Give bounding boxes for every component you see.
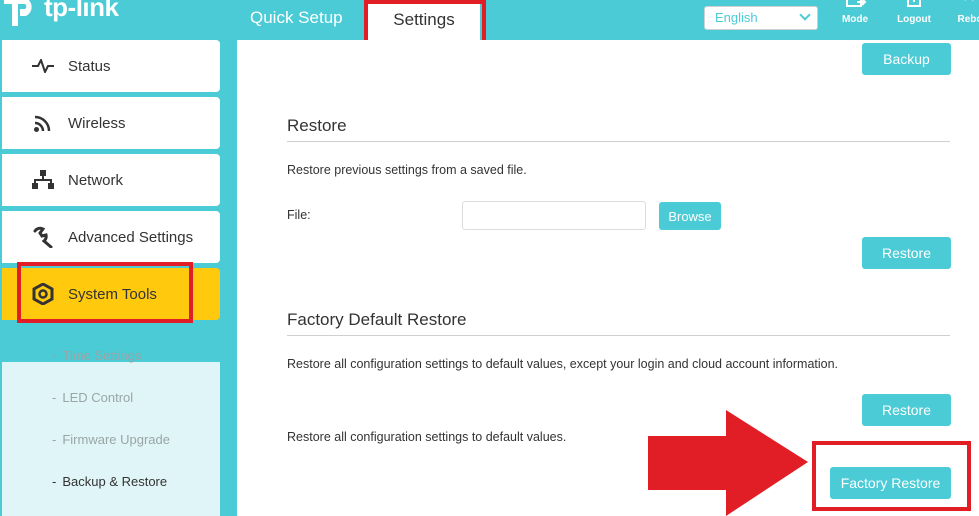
advanced-settings-icon — [30, 224, 56, 250]
factory-restore-description-2: Restore all configuration settings to de… — [287, 430, 567, 444]
submenu-item-backup-restore[interactable]: - Backup & Restore — [52, 474, 167, 489]
reboot-button[interactable]: Rebo — [950, 0, 979, 30]
chevron-down-icon — [799, 9, 811, 21]
restore-description: Restore previous settings from a saved f… — [287, 163, 527, 177]
router-admin-page: tp-link Quick Setup Settings English Mod… — [0, 0, 979, 516]
sidebar-item-label: Advanced Settings — [68, 228, 194, 246]
logout-icon — [907, 0, 921, 7]
factory-restore-divider — [287, 335, 950, 336]
status-icon — [30, 53, 56, 79]
brand-name: tp-link — [44, 0, 119, 22]
logout-label: Logout — [897, 14, 931, 25]
file-label: File: — [287, 208, 311, 222]
submenu-item-time-settings[interactable]: - Time Settings — [52, 348, 141, 363]
mode-icon — [846, 0, 867, 7]
system-tools-submenu: - Time Settings - LED Control - Firmware Up… — [2, 348, 220, 516]
sidebar-item-system-tools[interactable]: System Tools — [2, 268, 220, 320]
sidebar-item-wireless[interactable]: Wireless — [2, 97, 220, 149]
red-arrow-annotation — [648, 410, 808, 516]
sidebar-item-label: Wireless — [68, 114, 126, 132]
sidebar-item-label: Network — [68, 171, 124, 189]
mode-label: Mode — [841, 14, 869, 25]
logout-button[interactable]: Logout — [894, 0, 934, 30]
submenu-item-label: Firmware Upgrade — [62, 432, 170, 447]
sidebar-item-label: Status — [68, 57, 111, 75]
system-tools-icon — [30, 281, 56, 307]
tab-settings[interactable]: Settings — [368, 0, 480, 40]
sidebar-item-advanced-settings[interactable]: Advanced Settings — [2, 211, 220, 263]
factory-restore-description: Restore all configuration settings to de… — [287, 357, 839, 371]
submenu-item-label: LED Control — [62, 390, 134, 405]
tp-link-logo-icon — [4, 0, 32, 26]
factory-restore-button[interactable]: Factory Restore — [830, 467, 951, 499]
sidebar-item-label: System Tools — [68, 285, 157, 303]
language-select[interactable]: English — [704, 6, 818, 30]
network-icon — [30, 167, 56, 193]
backup-button[interactable]: Backup — [862, 43, 951, 75]
wireless-icon — [30, 110, 56, 136]
sidebar-item-status[interactable]: Status — [2, 40, 220, 92]
mode-button[interactable]: Mode — [835, 0, 875, 30]
submenu-item-label: Time Settings — [62, 348, 142, 363]
reboot-icon — [964, 0, 974, 1]
submenu-item-firmware-upgrade[interactable]: - Firmware Upgrade — [52, 432, 170, 447]
restore-button[interactable]: Restore — [862, 237, 951, 269]
browse-button[interactable]: Browse — [659, 202, 721, 230]
sidebar: Status Wireless Network Advanced Setting… — [0, 40, 236, 516]
reboot-label: Rebo — [957, 14, 979, 25]
tab-quick-setup[interactable]: Quick Setup — [250, 8, 343, 28]
factory-section-restore-button[interactable]: Restore — [862, 394, 951, 426]
restore-section-title: Restore — [287, 116, 347, 135]
restore-divider — [287, 141, 950, 142]
submenu-item-label: Backup & Restore — [62, 474, 168, 489]
sidebar-item-network[interactable]: Network — [2, 154, 220, 206]
language-select-value: English — [715, 10, 758, 25]
file-input[interactable] — [462, 201, 646, 230]
factory-restore-section-title: Factory Default Restore — [287, 310, 467, 329]
submenu-item-led-control[interactable]: - LED Control — [52, 390, 133, 405]
main-content: Backup Restore Restore previous settings… — [237, 40, 979, 516]
